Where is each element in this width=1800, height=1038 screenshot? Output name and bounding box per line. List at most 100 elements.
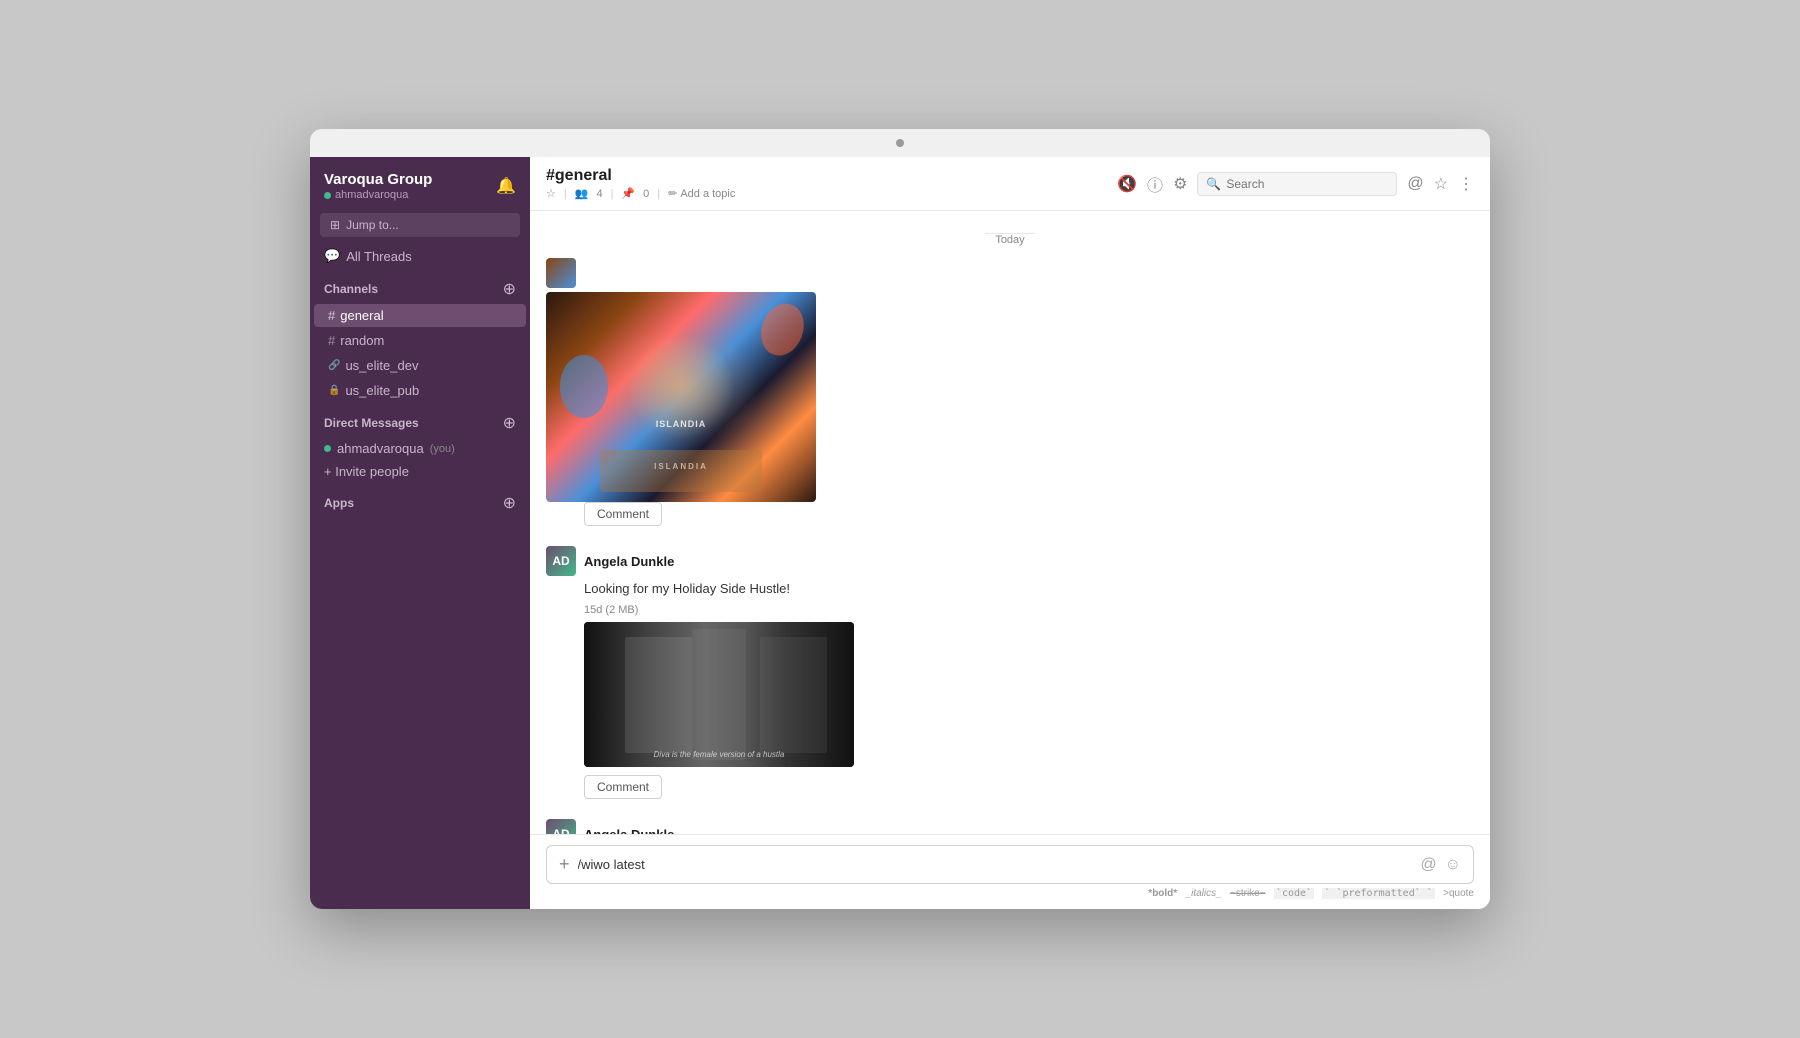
channel-general-label: general [340,308,383,323]
invite-label: + Invite people [324,464,409,479]
comment-btn-2[interactable]: Comment [584,775,662,799]
formatting-hints: *bold* _italics_ ~strike~ `code` ` `pref… [546,888,1474,899]
fmt-italic: _italics_ [1186,888,1222,899]
main-content: #general ☆ | 👥 4 | 📌 0 | ✏ Add a topic [530,157,1490,909]
message-input[interactable]: /wiwo latest [578,857,1413,872]
star-header-icon[interactable]: ☆ [1434,174,1448,194]
meta-separator-2: | [611,188,614,200]
sidebar-channel-random[interactable]: # random [314,329,526,352]
dm-online-dot [324,445,331,452]
sidebar: Varoqua Group ahmadvaroqua 🔔 ⊞ Jump to..… [310,157,530,909]
emoji-input-icon[interactable]: ☺ [1445,856,1461,874]
message-image-bw: Diva is the female version of a hustla [584,622,854,767]
sidebar-channel-general[interactable]: # general [314,304,526,327]
add-app-icon[interactable]: ⊕ [503,493,516,513]
date-divider: Today [546,233,1474,246]
channel-random-label: random [340,333,384,348]
channel-hash-icon: # [328,308,335,323]
message-block-2: AD Angela Dunkle Looking for my Holiday … [546,546,1474,799]
channel-name: #general [546,167,735,185]
fmt-strike: ~strike~ [1230,888,1266,899]
star-icon[interactable]: ☆ [546,187,556,200]
workspace-name[interactable]: Varoqua Group [324,171,432,188]
jump-icon: ⊞ [330,218,340,232]
dm-section-header: Direct Messages ⊕ [310,403,530,437]
date-label: Today [985,233,1034,246]
avatar-1 [546,258,576,288]
sidebar-channel-us-elite-pub[interactable]: 🔒 us_elite_pub [314,379,526,402]
add-dm-icon[interactable]: ⊕ [503,413,516,433]
settings-icon[interactable]: ⚙ [1173,174,1187,194]
all-threads-item[interactable]: 💬 All Threads [310,243,530,269]
threads-icon: 💬 [324,248,340,264]
add-topic-label: Add a topic [680,188,735,200]
message-image-art: ISLANDIA [546,292,816,502]
input-actions: @ ☺ [1420,856,1461,874]
mute-icon[interactable]: 🔇 [1117,174,1137,194]
add-topic-link[interactable]: ✏ Add a topic [668,187,735,200]
workspace-info: Varoqua Group ahmadvaroqua [324,171,432,201]
avatar-3: AD [546,819,576,834]
bw-image-caption: Diva is the female version of a hustla [654,750,785,759]
fmt-code: `code` [1274,888,1314,899]
window-body: Varoqua Group ahmadvaroqua 🔔 ⊞ Jump to..… [310,157,1490,909]
app-window: Varoqua Group ahmadvaroqua 🔔 ⊞ Jump to..… [310,129,1490,909]
at-icon[interactable]: @ [1407,175,1423,193]
fmt-bold: *bold* [1148,888,1177,899]
workspace-header: Varoqua Group ahmadvaroqua 🔔 [310,157,530,207]
channel-hash-icon-2: # [328,333,335,348]
channel-info: #general ☆ | 👥 4 | 📌 0 | ✏ Add a topic [546,167,735,200]
search-icon: 🔍 [1206,177,1221,191]
meta-separator-3: | [657,188,660,200]
titlebar-dot [896,139,904,147]
jump-to-label: Jump to... [346,218,399,232]
members-icon: 👥 [575,187,589,200]
channel-us-elite-dev-label: us_elite_dev [345,358,418,373]
meta-separator-1: | [564,188,567,200]
attachment-info-2: 15d (2 MB) [584,604,1474,616]
fmt-preformatted: ` `preformatted` ` [1322,888,1434,899]
dm-item-ahmadvaroqua[interactable]: ahmadvaroqua (you) [310,437,530,460]
pins-icon: 📌 [621,187,635,200]
message-text-2: Looking for my Holiday Side Hustle! [584,580,1474,598]
channel-meta: ☆ | 👥 4 | 📌 0 | ✏ Add a topic [546,187,735,200]
online-status-dot [324,192,331,199]
message-author-row-1 [546,258,1474,288]
search-input[interactable] [1226,177,1376,191]
members-count: 4 [596,188,602,200]
add-topic-pen-icon: ✏ [668,187,677,200]
dm-user-name: ahmadvaroqua [337,441,424,456]
avatar-2: AD [546,546,576,576]
search-box[interactable]: 🔍 [1197,172,1397,196]
invite-people-item[interactable]: + Invite people [310,460,530,483]
workspace-username: ahmadvaroqua [335,189,408,201]
message-block-1: ISLANDIA Comment [546,258,1474,526]
apps-label: Apps [324,496,354,510]
bell-icon[interactable]: 🔔 [496,176,516,196]
dm-section-title: Direct Messages [324,416,419,430]
author-name-3: Angela Dunkle [584,827,674,834]
workspace-user: ahmadvaroqua [324,189,432,201]
pins-count: 0 [643,188,649,200]
header-actions: 🔇 ⓘ ⚙ 🔍 @ ☆ ⋮ [1117,172,1474,196]
titlebar [310,129,1490,157]
dm-you-label: (you) [430,443,455,455]
add-channel-icon[interactable]: ⊕ [503,279,516,299]
jump-to-button[interactable]: ⊞ Jump to... [320,213,520,237]
more-icon[interactable]: ⋮ [1458,174,1474,194]
comment-btn-1[interactable]: Comment [584,502,662,526]
add-attachment-icon[interactable]: + [559,854,570,875]
all-threads-label: All Threads [346,249,412,264]
channel-lock-icon: 🔒 [328,385,340,396]
author-name-2: Angela Dunkle [584,554,674,569]
message-author-row-2: AD Angela Dunkle [546,546,1474,576]
sidebar-channel-us-elite-dev[interactable]: 🔗 us_elite_dev [314,354,526,377]
messages-area: Today ISLANDIA [530,211,1490,834]
info-icon[interactable]: ⓘ [1147,172,1163,196]
message-input-row: + /wiwo latest @ ☺ [546,845,1474,884]
channel-us-elite-pub-label: us_elite_pub [345,383,419,398]
apps-section-header: Apps ⊕ [310,483,530,517]
channel-header: #general ☆ | 👥 4 | 📌 0 | ✏ Add a topic [530,157,1490,211]
at-input-icon[interactable]: @ [1420,856,1436,874]
channels-section-title: Channels [324,282,378,296]
